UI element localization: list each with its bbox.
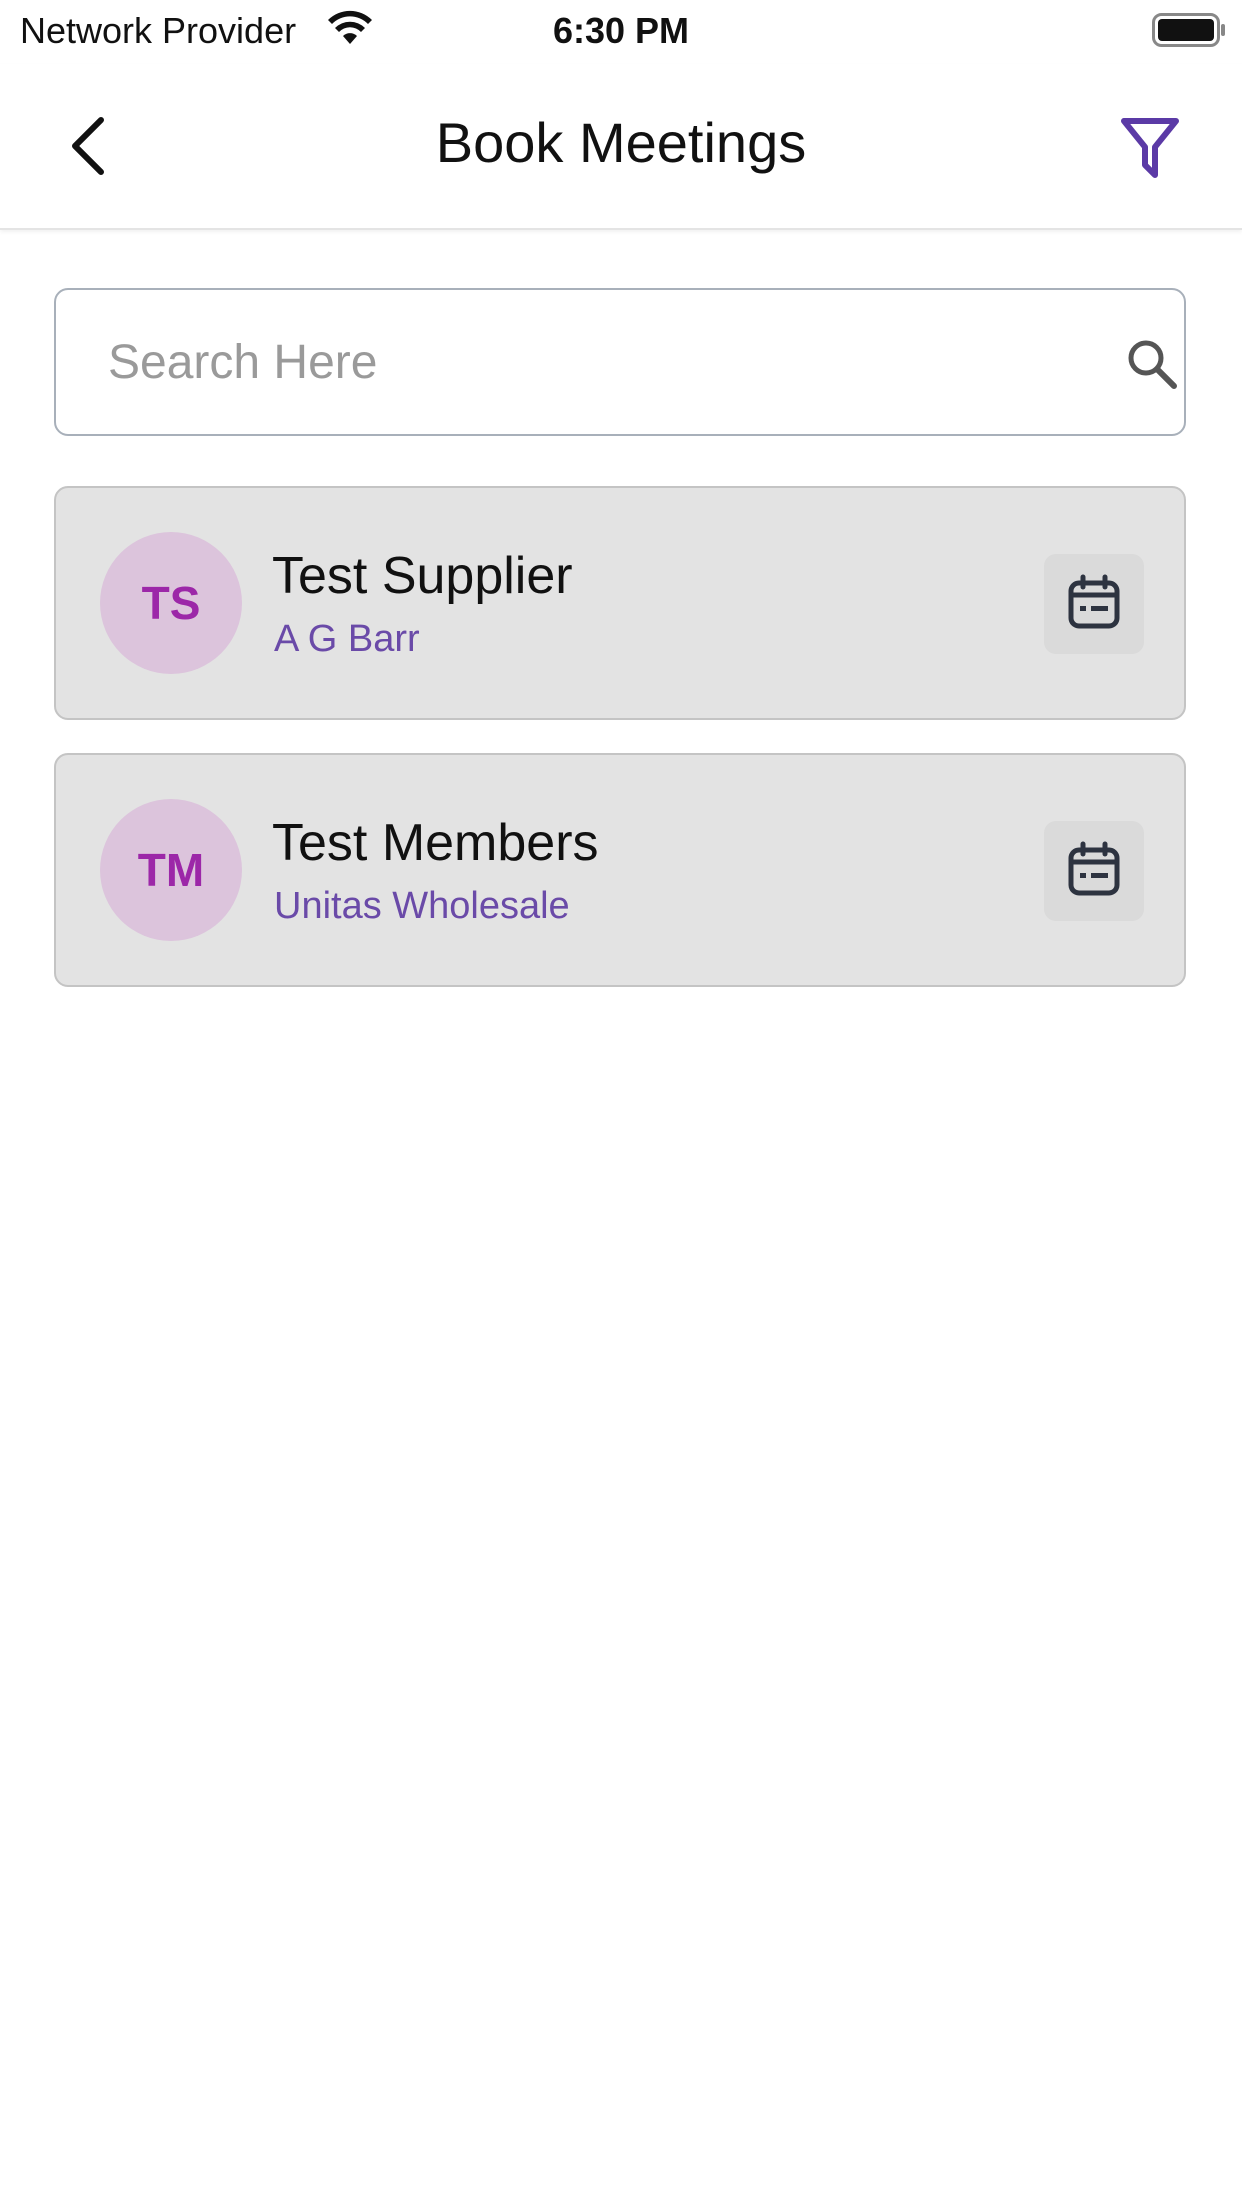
nav-bar: Book Meetings xyxy=(0,64,1242,230)
item-name: Test Members xyxy=(272,814,599,872)
filter-icon xyxy=(1120,115,1180,186)
avatar: TM xyxy=(100,799,242,941)
list-item[interactable]: TM Test Members Unitas Wholesale xyxy=(54,753,1186,987)
battery-icon xyxy=(1152,13,1226,47)
book-meeting-button[interactable] xyxy=(1044,821,1144,921)
search-input[interactable] xyxy=(108,290,1008,434)
calendar-icon xyxy=(1067,841,1121,902)
page-title: Book Meetings xyxy=(435,111,807,174)
filter-button[interactable] xyxy=(1114,110,1186,190)
item-company: A G Barr xyxy=(274,618,420,660)
search-icon[interactable] xyxy=(1124,336,1180,392)
calendar-icon xyxy=(1067,574,1121,635)
item-company: Unitas Wholesale xyxy=(274,885,570,927)
status-bar: Network Provider 6:30 PM xyxy=(0,0,1242,64)
avatar: TS xyxy=(100,532,242,674)
status-time: 6:30 PM xyxy=(552,10,690,51)
item-name: Test Supplier xyxy=(272,547,573,605)
search-box xyxy=(54,288,1186,436)
list-item[interactable]: TS Test Supplier A G Barr xyxy=(54,486,1186,720)
book-meeting-button[interactable] xyxy=(1044,554,1144,654)
